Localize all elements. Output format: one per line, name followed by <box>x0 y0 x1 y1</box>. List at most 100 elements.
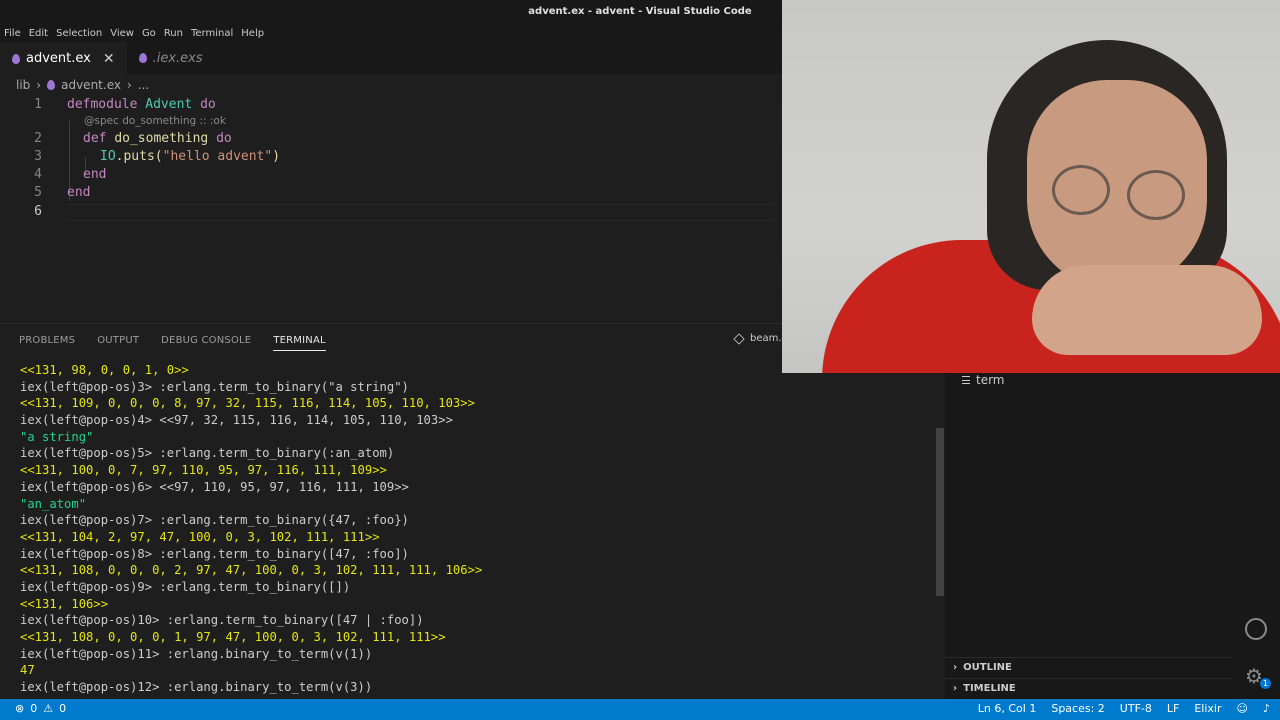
code-token: do_something <box>114 131 209 146</box>
breadcrumb-folder[interactable]: lib <box>16 78 30 92</box>
tab-label: advent.ex <box>26 51 91 66</box>
settings-badge: 1 <box>1260 678 1271 689</box>
terminal-line: iex(left@pop-os)9> :erlang.term_to_binar… <box>20 579 351 594</box>
code-token: do <box>200 97 216 112</box>
menu-terminal[interactable]: Terminal <box>191 28 233 39</box>
cursor-position[interactable]: Ln 6, Col 1 <box>978 702 1037 715</box>
webcam-hand <box>1032 265 1262 355</box>
tab-output[interactable]: OUTPUT <box>97 335 139 346</box>
code-token: IO <box>100 149 116 164</box>
terminal-line: 47 <box>20 663 35 678</box>
terminal-line: iex(left@pop-os)11> :erlang.binary_to_te… <box>20 646 373 661</box>
menu-bar: File Edit Selection View Go Run Terminal… <box>0 24 782 42</box>
code-editor[interactable]: 1 defmodule Advent do @spec do_something… <box>0 95 782 323</box>
end-of-line[interactable]: LF <box>1167 702 1179 715</box>
code-token: ) <box>272 149 281 164</box>
terminal-line: iex(left@pop-os)5> :erlang.term_to_binar… <box>20 446 395 461</box>
code-line: def do_something do <box>83 131 232 146</box>
menu-edit[interactable]: Edit <box>29 28 48 39</box>
menu-go[interactable]: Go <box>142 28 156 39</box>
chevron-right-icon: › <box>953 662 958 673</box>
webcam-glasses-left <box>1052 165 1110 215</box>
code-token: end <box>67 185 91 200</box>
elixir-file-icon <box>47 80 56 90</box>
breadcrumb-file[interactable]: advent.ex <box>61 78 121 92</box>
activity-bar <box>1233 373 1280 699</box>
terminal-list-item[interactable]: term <box>962 373 1005 387</box>
menu-selection[interactable]: Selection <box>56 28 102 39</box>
elixir-file-icon <box>12 53 20 64</box>
tab-terminal[interactable]: TERMINAL <box>273 335 326 351</box>
terminal-line: "a string" <box>20 429 94 444</box>
encoding[interactable]: UTF-8 <box>1120 702 1152 715</box>
terminal-line: iex(left@pop-os)6> <<97, 110, 95, 97, 11… <box>20 479 409 494</box>
line-number: 5 <box>34 185 42 200</box>
terminal-line: <<131, 104, 2, 97, 47, 100, 0, 3, 102, 1… <box>20 529 380 544</box>
codelens-spec-hint[interactable]: @spec do_something :: :ok <box>84 115 226 127</box>
terminal-output[interactable]: <<131, 98, 0, 0, 1, 0>> iex(left@pop-os)3… <box>0 362 935 699</box>
status-right-items: Ln 6, Col 1 Spaces: 2 UTF-8 LF Elixir ☺ … <box>978 702 1270 715</box>
webcam-glasses-right <box>1127 170 1185 220</box>
bell-icon[interactable]: ♪ <box>1263 702 1270 715</box>
account-icon[interactable] <box>1245 618 1267 640</box>
terminal-line: <<131, 100, 0, 7, 97, 110, 95, 97, 116, … <box>20 463 387 478</box>
menu-run[interactable]: Run <box>164 28 183 39</box>
outline-label: OUTLINE <box>963 662 1012 673</box>
timeline-section[interactable]: › TIMELINE <box>945 678 1233 698</box>
terminal-line: iex(left@pop-os)10> :erlang.term_to_bina… <box>20 613 424 628</box>
terminal-line: <<131, 109, 0, 0, 0, 8, 97, 32, 115, 116… <box>20 396 475 411</box>
tab-debug-console[interactable]: DEBUG CONSOLE <box>161 335 251 346</box>
chevron-right-icon: › <box>126 78 132 92</box>
terminal-scrollbar[interactable] <box>936 428 944 596</box>
tab-problems[interactable]: PROBLEMS <box>19 335 75 346</box>
menu-help[interactable]: Help <box>241 28 264 39</box>
code-token: defmodule <box>67 97 138 112</box>
warning-icon: ⚠ <box>43 702 54 715</box>
code-line: end <box>83 167 106 182</box>
terminal-line: iex(left@pop-os)8> :erlang.term_to_binar… <box>20 546 409 561</box>
code-line: end <box>67 185 90 200</box>
timeline-label: TIMELINE <box>963 683 1016 694</box>
error-count: 0 <box>30 702 38 715</box>
tab-iex-exs[interactable]: .iex.exs <box>126 42 227 74</box>
terminal-line: <<131, 108, 0, 0, 0, 2, 97, 47, 100, 0, … <box>20 563 483 578</box>
terminal-process-icon <box>733 332 745 345</box>
error-icon: ⊗ <box>15 702 25 715</box>
webcam-video <box>782 0 1280 373</box>
code-token: end <box>83 167 107 182</box>
tab-label: .iex.exs <box>152 50 203 66</box>
feedback-icon[interactable]: ☺ <box>1237 702 1248 715</box>
chevron-right-icon: › <box>953 683 958 694</box>
code-token: "hello advent" <box>162 149 273 164</box>
code-token: .puts( <box>115 149 163 164</box>
indentation[interactable]: Spaces: 2 <box>1051 702 1104 715</box>
outline-section[interactable]: › OUTLINE <box>945 657 1233 677</box>
elixir-file-icon <box>138 53 147 63</box>
line-number: 6 <box>34 204 42 219</box>
code-line: IO.puts("hello advent") <box>100 149 280 164</box>
terminal-line: iex(left@pop-os)3> :erlang.term_to_binar… <box>20 379 409 394</box>
language-mode[interactable]: Elixir <box>1194 702 1221 715</box>
editor-tab-bar: advent.ex ✕ .iex.exs <box>0 42 782 74</box>
line-number: 1 <box>34 97 42 112</box>
close-icon[interactable]: ✕ <box>103 51 115 67</box>
line-number: 2 <box>34 131 42 146</box>
terminal-list-icon <box>962 376 970 384</box>
line-number: 3 <box>34 149 42 164</box>
breadcrumb: lib › advent.ex › ... <box>16 77 149 93</box>
terminal-name: beam. <box>750 333 782 344</box>
tab-advent-ex[interactable]: advent.ex ✕ <box>0 42 127 74</box>
code-line: defmodule Advent do <box>67 97 216 112</box>
terminal-line: <<131, 106>> <box>20 596 109 611</box>
menu-file[interactable]: File <box>4 28 21 39</box>
terminal-selector[interactable]: beam. <box>733 332 782 345</box>
terminal-line: "an_atom" <box>20 496 87 511</box>
terminal-list-panel <box>945 373 1233 699</box>
line-number: 4 <box>34 167 42 182</box>
breadcrumb-more[interactable]: ... <box>138 78 149 92</box>
problems-status[interactable]: ⊗ 0 ⚠ 0 <box>15 702 66 715</box>
code-token: def <box>83 131 107 146</box>
terminal-line: iex(left@pop-os)7> :erlang.term_to_binar… <box>20 513 409 528</box>
menu-view[interactable]: View <box>110 28 134 39</box>
status-bar: ⊗ 0 ⚠ 0 Ln 6, Col 1 Spaces: 2 UTF-8 LF E… <box>0 699 1280 720</box>
